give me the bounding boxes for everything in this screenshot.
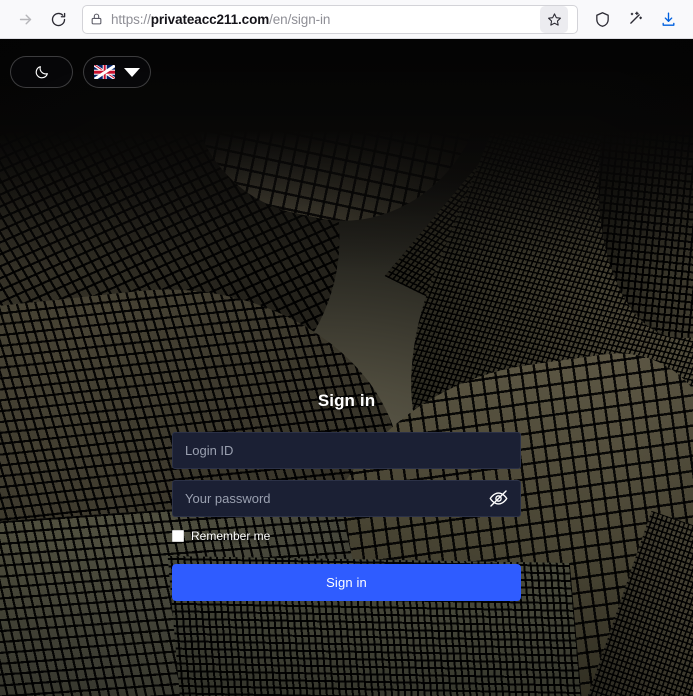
page-title: Sign in — [317, 391, 376, 410]
language-selector[interactable] — [83, 56, 151, 88]
top-controls — [10, 56, 151, 88]
forward-arrow-icon — [19, 14, 31, 24]
remember-me-label: Remember me — [191, 529, 271, 543]
reload-button[interactable] — [43, 5, 73, 33]
login-id-input[interactable] — [173, 433, 520, 468]
browser-toolbar: https://privateacc211.com/en/sign-in — [0, 0, 693, 39]
magic-wand-icon — [630, 11, 643, 24]
moon-icon — [35, 66, 48, 79]
uk-flag-icon — [94, 65, 115, 79]
shield-icon — [595, 11, 609, 27]
login-id-field[interactable] — [172, 432, 521, 469]
password-input[interactable] — [173, 481, 520, 516]
lock-icon — [90, 12, 103, 26]
chevron-down-icon — [124, 67, 140, 77]
download-icon — [662, 11, 674, 26]
toggle-password-visibility-button[interactable] — [487, 488, 509, 510]
reload-icon — [51, 12, 65, 26]
eye-off-icon — [489, 490, 507, 507]
theme-toggle-button[interactable] — [10, 56, 73, 88]
url-scheme: https:// — [111, 11, 151, 27]
url-host: privateacc211.com — [150, 11, 270, 27]
url-path: /en/sign-in — [269, 11, 331, 27]
url-text: https://privateacc211.com/en/sign-in — [111, 12, 532, 27]
remember-me-row[interactable]: Remember me — [172, 528, 521, 544]
password-field[interactable] — [172, 480, 521, 517]
shield-button[interactable] — [587, 5, 617, 33]
remember-me-checkbox[interactable] — [172, 530, 184, 542]
bookmark-star-icon[interactable] — [540, 5, 568, 33]
login-form: Sign in Remember me Sign in — [172, 391, 521, 601]
magic-wand-button[interactable] — [620, 5, 650, 33]
sign-in-button[interactable]: Sign in — [172, 564, 521, 601]
forward-button[interactable] — [10, 5, 40, 33]
page-viewport: Sign in Remember me Sign in — [0, 39, 693, 696]
address-bar[interactable]: https://privateacc211.com/en/sign-in — [82, 4, 578, 34]
downloads-button[interactable] — [653, 5, 683, 33]
